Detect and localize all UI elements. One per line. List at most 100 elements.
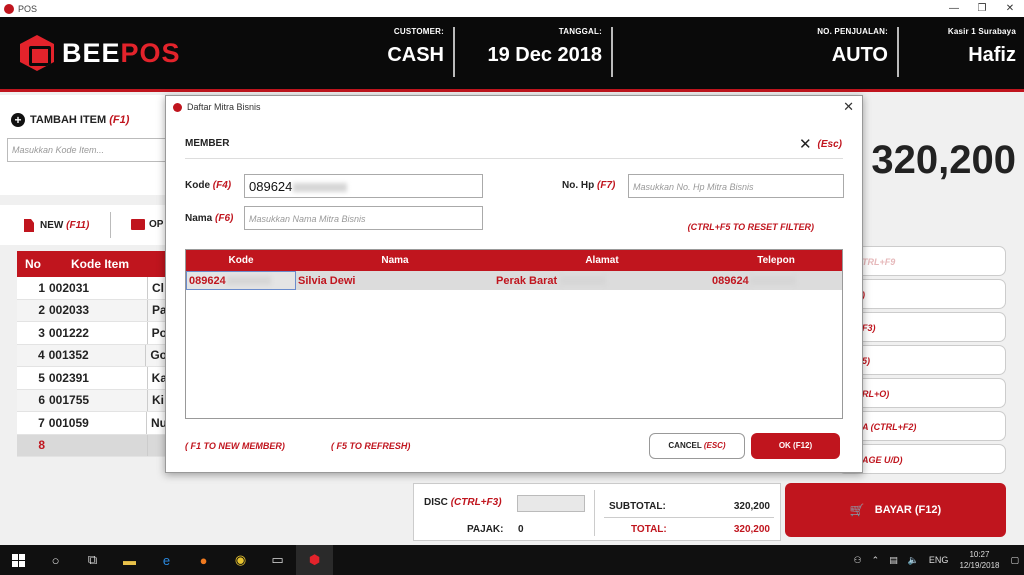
cell-nama[interactable]: Silvia Dewi <box>296 271 494 290</box>
file-explorer-icon[interactable]: ▬ <box>111 545 148 575</box>
app-icon <box>4 3 14 14</box>
action-button[interactable]: 5) <box>838 345 1006 375</box>
col-telepon[interactable]: Telepon <box>710 255 842 266</box>
summary-rule <box>604 517 774 518</box>
tax-label: PAJAK: <box>467 524 504 535</box>
total-value: 320,200 <box>733 524 770 535</box>
table-row[interactable]: 5 002391 Ka <box>17 367 167 390</box>
item-grid: No Kode Item 1 002031 Cl 2 002033 Pa 3 001222… <box>17 251 167 457</box>
dialog-close-icon[interactable]: ✕ <box>843 99 854 115</box>
dialog-close-button[interactable]: ✕ (Esc) <box>799 135 842 153</box>
action-button[interactable]: ) <box>838 279 1006 309</box>
chrome-icon[interactable]: ◉ <box>222 545 259 575</box>
customer-value: CASH <box>387 44 444 66</box>
table-row[interactable]: 4 001352 Go <box>17 344 167 367</box>
member-table-header: Kode Nama Alamat Telepon <box>186 250 842 271</box>
table-row[interactable]: 1 002031 Cl <box>17 277 167 300</box>
date-value: 19 Dec 2018 <box>487 44 602 66</box>
cell-alamat[interactable]: Perak Barat <box>494 271 710 290</box>
sale-number-label: NO. PENJUALAN: <box>817 27 888 36</box>
search-icon[interactable]: ○ <box>37 545 74 575</box>
row-nama: Pa <box>147 299 167 321</box>
maximize-button[interactable]: ❐ <box>968 3 996 14</box>
hp-input[interactable]: Masukkan No. Hp Mitra Bisnis <box>628 174 844 198</box>
open-transaction-button[interactable]: OP <box>131 219 163 230</box>
subtotal-value: 320,200 <box>733 501 770 512</box>
grid-header: No Kode Item <box>17 251 167 277</box>
add-item-button[interactable]: + TAMBAH ITEM (F1) <box>11 113 129 127</box>
notifications-icon[interactable]: ▢ <box>1010 555 1019 566</box>
row-no: 1 <box>38 280 45 295</box>
row-no: 7 <box>38 415 45 430</box>
close-window-button[interactable]: ✕ <box>996 3 1024 14</box>
table-row[interactable]: 7 001059 Nu <box>17 412 167 435</box>
redacted-text <box>226 276 271 285</box>
row-nama: Nu <box>146 412 167 434</box>
dialog-heading: MEMBER <box>185 138 230 149</box>
row-nama <box>147 434 152 456</box>
window-title: POS <box>18 3 38 14</box>
member-table: Kode Nama Alamat Telepon 089624 Silvia D… <box>185 249 843 419</box>
row-kode: 001755 <box>49 393 90 408</box>
firefox-icon[interactable]: ● <box>185 545 222 575</box>
table-row[interactable]: 089624 Silvia Dewi Perak Barat 089624 <box>186 271 842 290</box>
customer-block[interactable]: CUSTOMER: CASH <box>387 27 444 67</box>
grid-body: 1 002031 Cl 2 002033 Pa 3 001222 Po 4 001352 Go … <box>17 277 167 457</box>
cell-telepon[interactable]: 089624 <box>710 271 842 290</box>
beepos-taskbar-icon[interactable]: ⬢ <box>296 545 333 575</box>
col-nama[interactable]: Nama <box>296 255 494 266</box>
open-label: OP <box>149 219 164 230</box>
new-transaction-button[interactable]: NEW (F11) <box>24 219 89 232</box>
people-icon[interactable]: ⚇ <box>854 555 862 566</box>
discount-input[interactable] <box>517 495 585 512</box>
action-button[interactable]: A (CTRL+F2) <box>838 411 1006 441</box>
logo-text-main: BEE <box>62 37 121 68</box>
kode-label: Kode <box>185 180 210 191</box>
edge-browser-icon[interactable]: e <box>148 545 185 575</box>
table-row[interactable]: 6 001755 Ki <box>17 389 167 412</box>
clock[interactable]: 10:27 12/19/2018 <box>959 549 999 571</box>
network-icon[interactable]: ▤ <box>889 555 898 566</box>
table-row[interactable]: 2 002033 Pa <box>17 299 167 322</box>
cell-kode[interactable]: 089624 <box>186 271 296 290</box>
volume-icon[interactable]: 🔈 <box>908 555 919 566</box>
windows-logo-icon <box>12 553 25 567</box>
row-kode: 002031 <box>49 280 90 295</box>
action-button[interactable]: F3) <box>838 312 1006 342</box>
row-nama: Ka <box>146 367 167 389</box>
cart-icon: 🛒 <box>849 503 865 517</box>
row-no: 5 <box>38 370 45 385</box>
minimize-button[interactable]: — <box>940 3 968 14</box>
col-kode-item: Kode Item <box>71 257 130 271</box>
row-no: 6 <box>38 393 45 408</box>
cancel-label: CANCEL <box>668 441 702 450</box>
terminal-icon[interactable]: ▭ <box>259 545 296 575</box>
action-button[interactable]: AGE U/D) <box>838 444 1006 474</box>
language-indicator[interactable]: ENG <box>929 555 949 565</box>
reset-filter-hint: (CTRL+F5 TO RESET FILTER) <box>687 222 814 232</box>
disc-label: DISC <box>424 497 448 508</box>
pay-button[interactable]: 🛒 BAYAR (F12) <box>785 483 1006 537</box>
cancel-button[interactable]: CANCEL (ESC) <box>649 433 745 459</box>
close-shortcut: (Esc) <box>817 138 842 150</box>
alamat-text: Perak Barat <box>496 274 558 287</box>
redacted-text <box>560 276 607 285</box>
ok-button[interactable]: OK (F12) <box>751 433 840 459</box>
action-button[interactable]: TRL+F9 <box>838 246 1006 276</box>
kode-input[interactable]: 089624 <box>244 174 483 198</box>
tray-chevron-up-icon[interactable]: ⌃ <box>872 555 880 566</box>
table-row-new[interactable]: 8 <box>17 434 167 457</box>
col-alamat[interactable]: Alamat <box>494 255 710 266</box>
task-view-icon[interactable]: ⧉ <box>74 545 111 575</box>
col-kode[interactable]: Kode <box>186 255 296 266</box>
row-no: 4 <box>37 348 45 363</box>
action-button[interactable]: RL+O) <box>838 378 1006 408</box>
pay-label: BAYAR (F12) <box>874 504 942 516</box>
row-kode: 001352 <box>48 348 89 363</box>
start-button[interactable] <box>0 545 37 575</box>
clock-date: 12/19/2018 <box>959 561 1000 570</box>
kode-shortcut: (F4) <box>212 180 232 191</box>
table-row[interactable]: 3 001222 Po <box>17 322 167 345</box>
item-code-input[interactable]: Masukkan Kode Item... <box>7 138 167 162</box>
nama-input[interactable]: Masukkan Nama Mitra Bisnis <box>244 206 483 230</box>
